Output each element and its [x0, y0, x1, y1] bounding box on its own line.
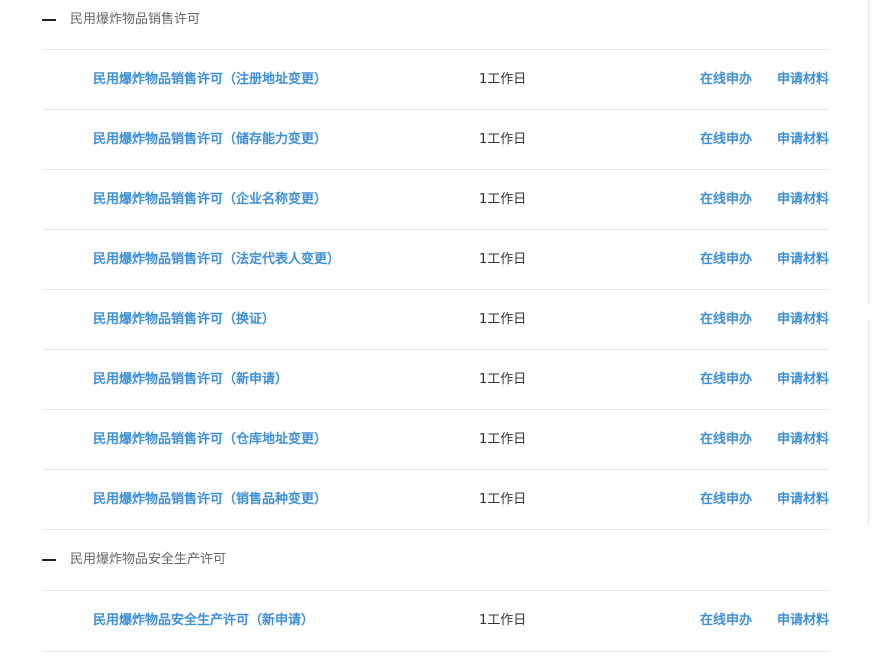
service-name-link[interactable]: 民用爆炸物品销售许可（销售品种变更）	[93, 470, 327, 529]
service-time: 1工作日	[479, 132, 527, 147]
service-time: 1工作日	[479, 192, 527, 207]
service-time: 1工作日	[479, 312, 527, 327]
service-time: 1工作日	[479, 252, 527, 267]
materials-link[interactable]: 申请材料	[777, 230, 829, 289]
service-time: 1工作日	[479, 72, 527, 87]
service-time: 1工作日	[479, 372, 527, 387]
service-name-link[interactable]: 民用爆炸物品销售许可（新申请）	[93, 350, 288, 409]
materials-link[interactable]: 申请材料	[777, 290, 829, 349]
materials-link[interactable]: 申请材料	[777, 50, 829, 109]
service-row: 民用爆炸物品销售许可（法定代表人变更） 1工作日 在线申办 申请材料	[43, 229, 829, 289]
apply-online-link[interactable]: 在线申办	[700, 50, 752, 109]
apply-online-link[interactable]: 在线申办	[700, 230, 752, 289]
apply-online-link[interactable]: 在线申办	[700, 170, 752, 229]
apply-online-link[interactable]: 在线申办	[700, 110, 752, 169]
materials-link[interactable]: 申请材料	[777, 410, 829, 469]
group-title: 民用爆炸物品销售许可	[70, 12, 201, 27]
apply-online-link[interactable]: 在线申办	[700, 410, 752, 469]
service-row: 民用爆炸物品销售许可（仓库地址变更） 1工作日 在线申办 申请材料	[43, 409, 829, 469]
materials-link[interactable]: 申请材料	[777, 170, 829, 229]
apply-online-link[interactable]: 在线申办	[700, 290, 752, 349]
service-row: 民用爆炸物品销售许可（注册地址变更） 1工作日 在线申办 申请材料	[43, 49, 829, 109]
collapse-minus-icon[interactable]	[42, 540, 58, 580]
service-row: 民用爆炸物品销售许可（销售品种变更） 1工作日 在线申办 申请材料	[43, 469, 829, 530]
materials-link[interactable]: 申请材料	[777, 350, 829, 409]
panel-edge	[868, 320, 869, 525]
service-time: 1工作日	[479, 432, 527, 447]
service-name-link[interactable]: 民用爆炸物品销售许可（仓库地址变更）	[93, 410, 327, 469]
materials-link[interactable]: 申请材料	[777, 470, 829, 529]
collapse-minus-icon[interactable]	[42, 0, 58, 40]
service-row: 民用爆炸物品销售许可（企业名称变更） 1工作日 在线申办 申请材料	[43, 169, 829, 229]
panel-edge	[868, 0, 869, 305]
service-name-link[interactable]: 民用爆炸物品销售许可（企业名称变更）	[93, 170, 327, 229]
service-row: 民用爆炸物品销售许可（储存能力变更） 1工作日 在线申办 申请材料	[43, 109, 829, 169]
service-time: 1工作日	[479, 613, 527, 628]
apply-online-link[interactable]: 在线申办	[700, 350, 752, 409]
service-row: 民用爆炸物品安全生产许可（新申请） 1工作日 在线申办 申请材料	[43, 590, 829, 652]
service-time: 1工作日	[479, 492, 527, 507]
service-name-link[interactable]: 民用爆炸物品销售许可（储存能力变更）	[93, 110, 327, 169]
group-header-production-permit: 民用爆炸物品安全生产许可	[0, 540, 872, 580]
apply-online-link[interactable]: 在线申办	[700, 591, 752, 650]
service-name-link[interactable]: 民用爆炸物品销售许可（法定代表人变更）	[93, 230, 340, 289]
group-header-sales-permit: 民用爆炸物品销售许可	[0, 0, 872, 40]
service-list: 民用爆炸物品销售许可 民用爆炸物品销售许可（注册地址变更） 1工作日 在线申办 …	[0, 0, 872, 672]
materials-link[interactable]: 申请材料	[777, 591, 829, 650]
service-name-link[interactable]: 民用爆炸物品销售许可（注册地址变更）	[93, 50, 327, 109]
materials-link[interactable]: 申请材料	[777, 110, 829, 169]
service-row: 民用爆炸物品销售许可（换证） 1工作日 在线申办 申请材料	[43, 289, 829, 349]
apply-online-link[interactable]: 在线申办	[700, 470, 752, 529]
service-name-link[interactable]: 民用爆炸物品安全生产许可（新申请）	[93, 591, 314, 650]
service-row: 民用爆炸物品销售许可（新申请） 1工作日 在线申办 申请材料	[43, 349, 829, 409]
group-title: 民用爆炸物品安全生产许可	[70, 552, 227, 567]
service-name-link[interactable]: 民用爆炸物品销售许可（换证）	[93, 290, 275, 349]
